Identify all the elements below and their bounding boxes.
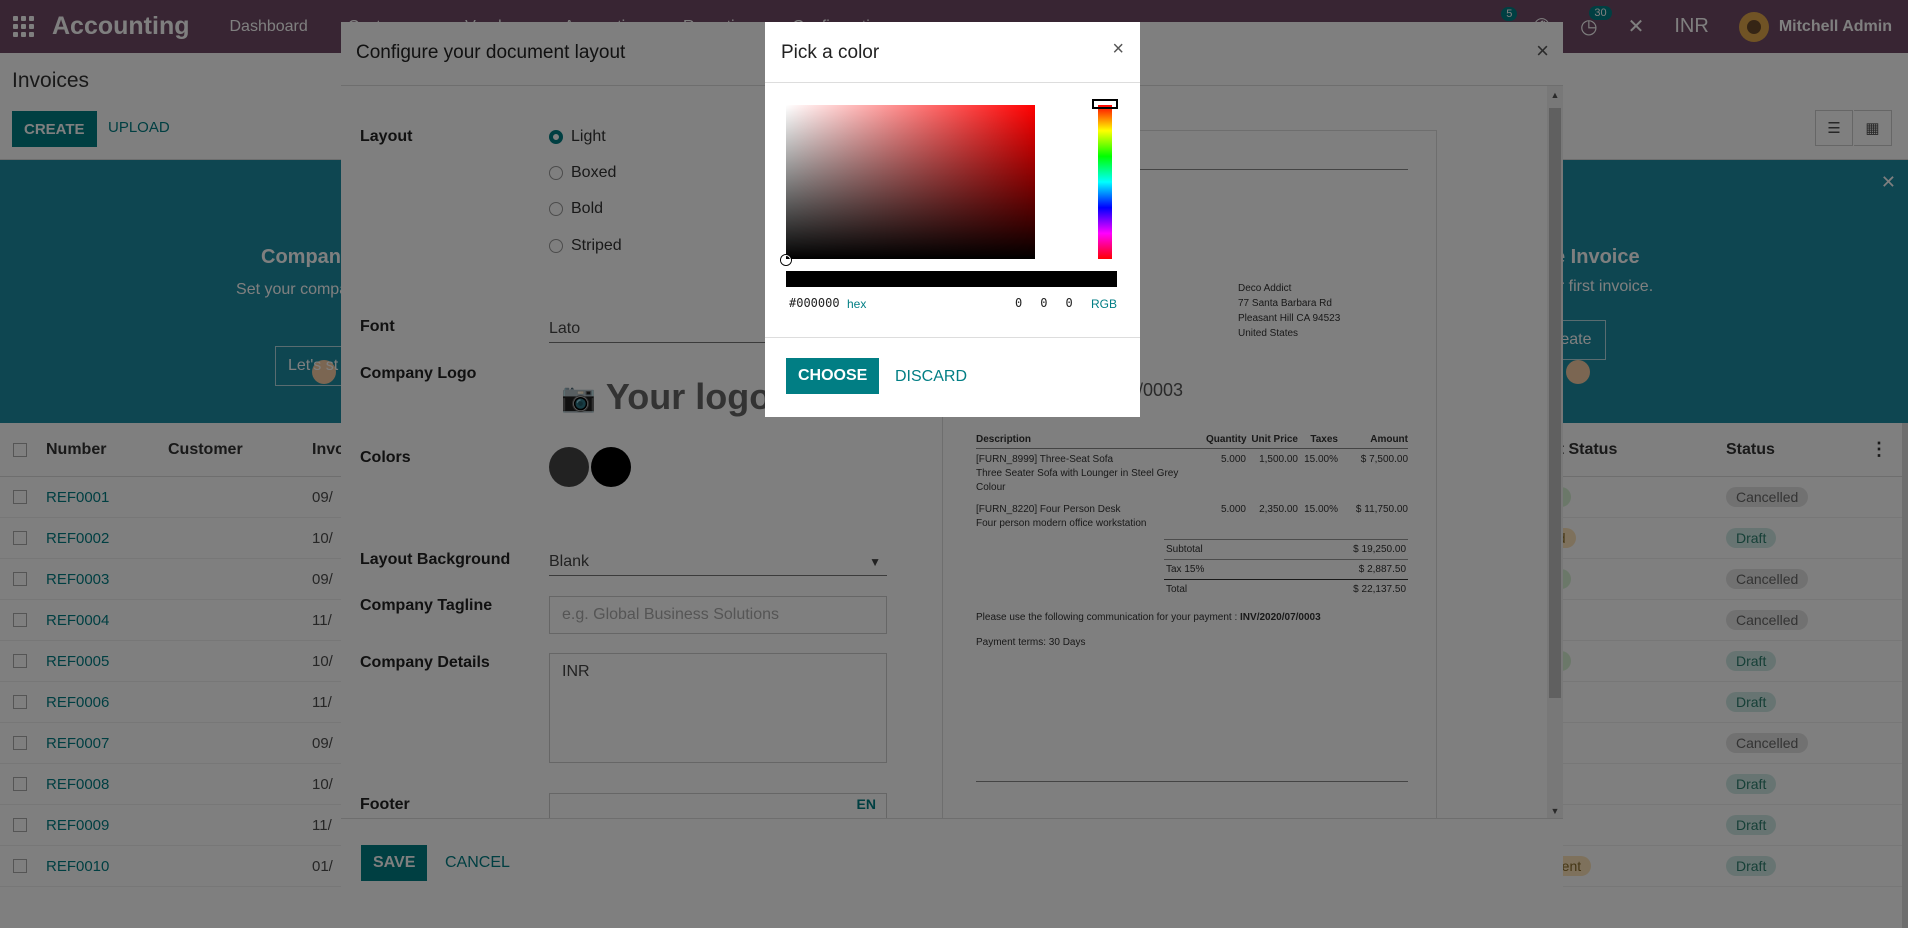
- discard-button[interactable]: DISCARD: [895, 368, 967, 386]
- hue-slider-handle[interactable]: [1092, 99, 1118, 109]
- rgb-label: RGB: [1091, 297, 1118, 311]
- blue-input[interactable]: 0: [1065, 296, 1072, 310]
- picker-body: #000000 hex 0 0 0 RGB: [765, 82, 1140, 338]
- close-icon[interactable]: ×: [1112, 38, 1124, 61]
- choose-button[interactable]: CHOOSE: [786, 358, 880, 394]
- saturation-value-area[interactable]: [786, 105, 1035, 259]
- color-picker-dialog: Pick a color × #000000 hex 0 0 0 RGB CHO…: [765, 22, 1140, 417]
- opacity-slider[interactable]: [786, 271, 1117, 287]
- rgb-inputs: 0 0 0: [1015, 296, 1073, 310]
- red-input[interactable]: 0: [1015, 296, 1022, 310]
- picker-footer: CHOOSE DISCARD: [765, 338, 1140, 417]
- hex-input[interactable]: #000000: [789, 296, 840, 310]
- green-input[interactable]: 0: [1040, 296, 1047, 310]
- hue-slider[interactable]: [1098, 105, 1112, 259]
- color-cursor[interactable]: [781, 255, 791, 265]
- hex-label: hex: [847, 297, 867, 311]
- picker-title: Pick a color: [781, 42, 880, 63]
